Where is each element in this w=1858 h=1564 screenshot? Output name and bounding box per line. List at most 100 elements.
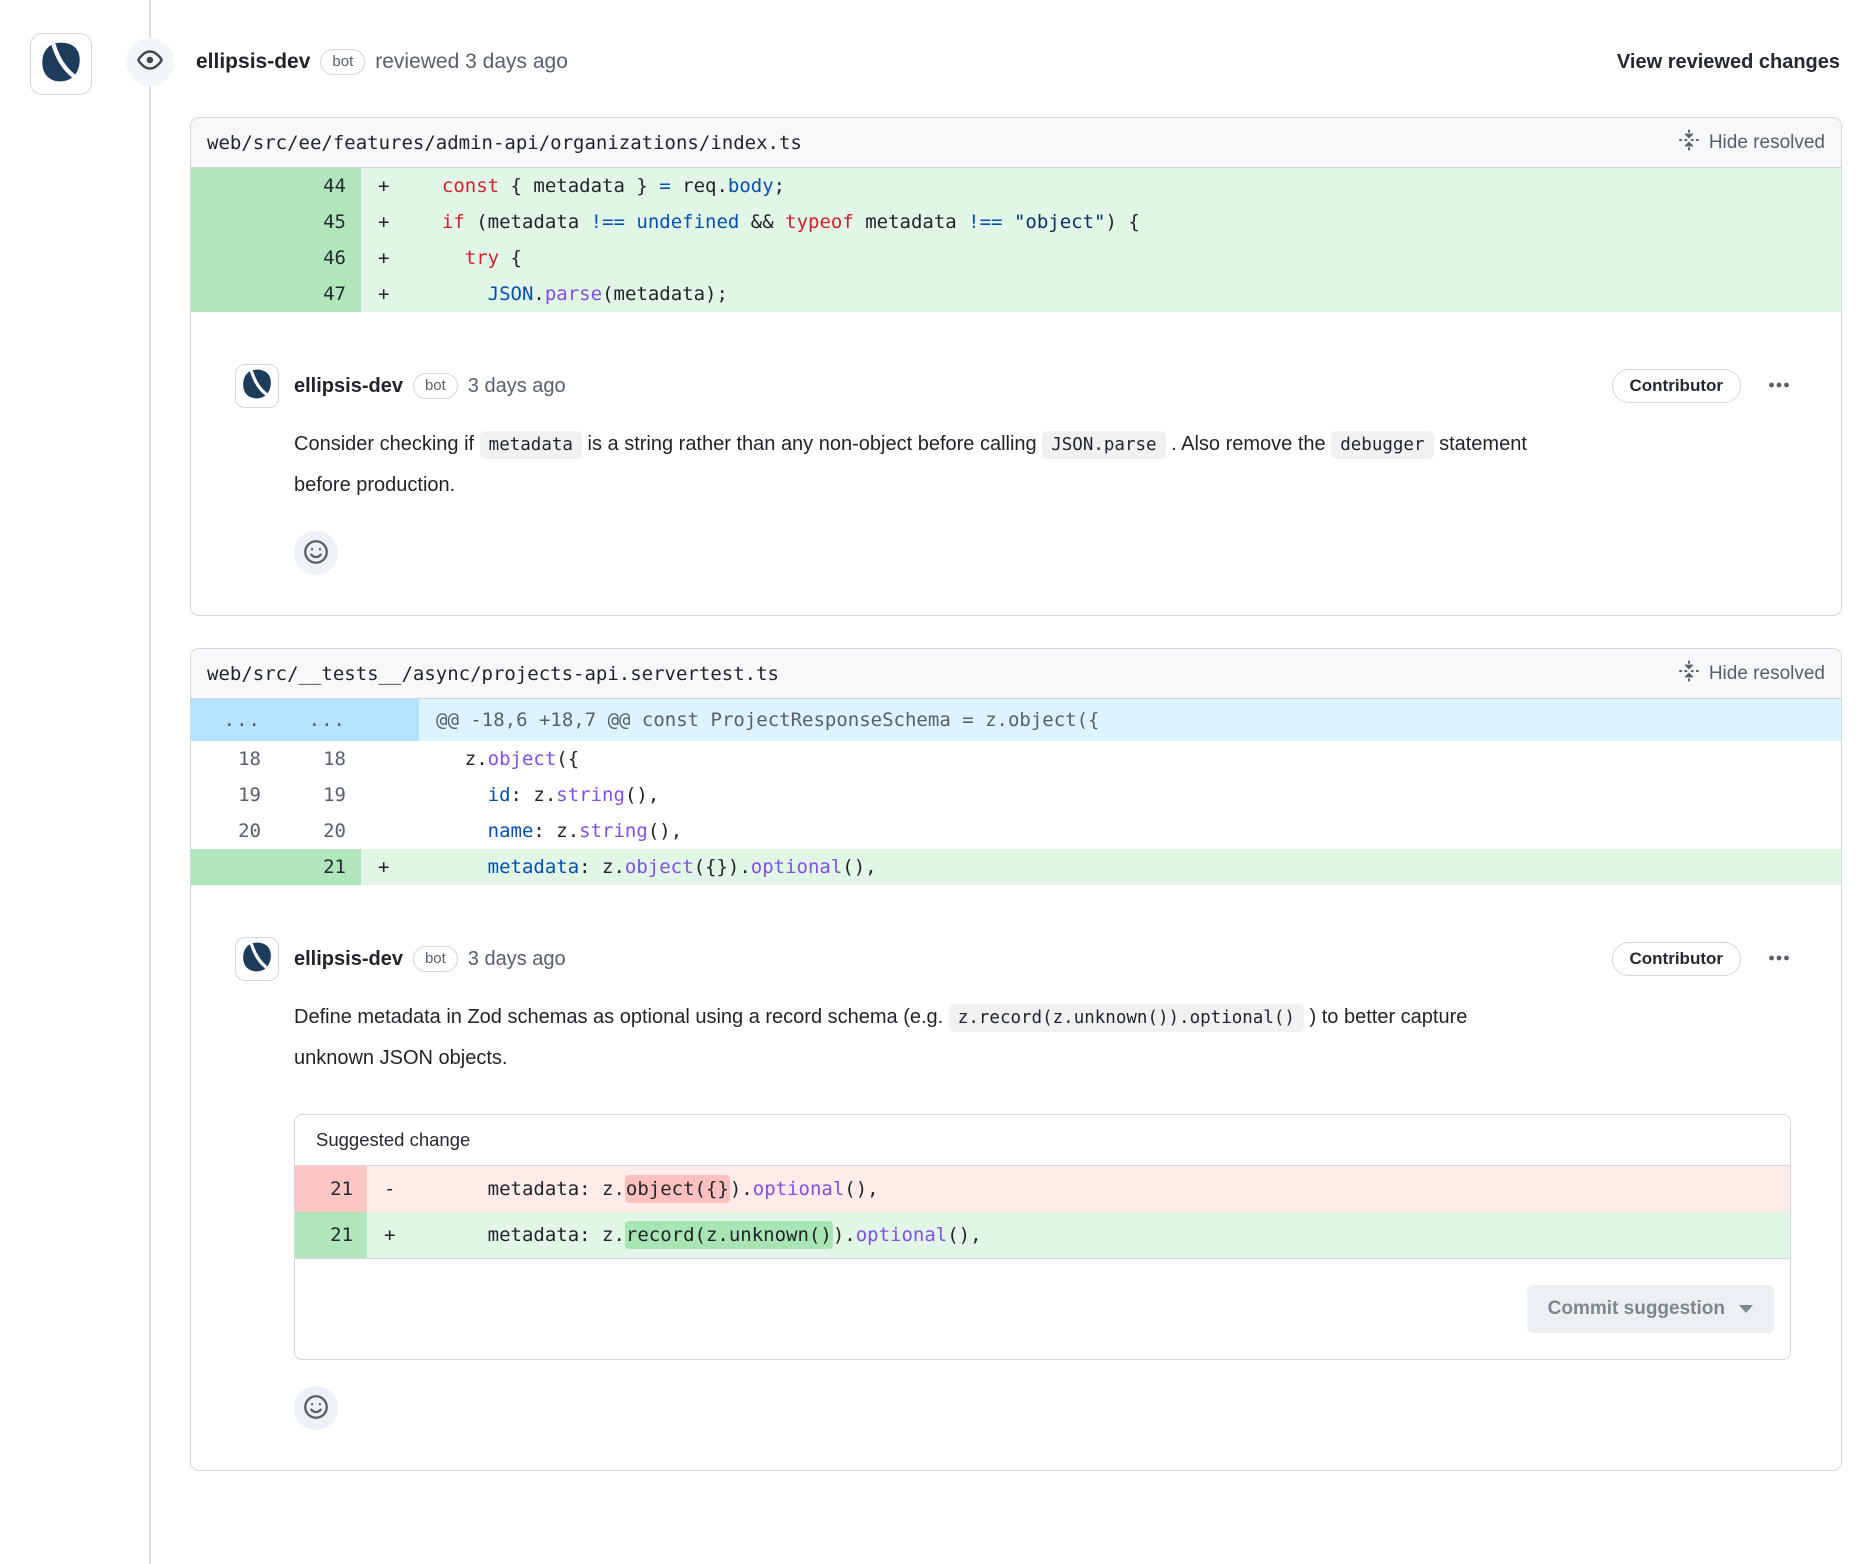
code-token: [419, 247, 465, 269]
code-line: const { metadata } = req.body;: [419, 168, 1841, 204]
comment-avatar[interactable]: [235, 364, 279, 408]
bot-badge: bot: [413, 373, 458, 399]
code-token: req.: [671, 175, 728, 197]
contributor-badge: Contributor: [1612, 369, 1741, 403]
code-line: metadata: z.object({}).optional(),: [419, 1166, 1790, 1212]
inline-code: metadata: [480, 431, 582, 459]
kebab-icon: [1767, 946, 1791, 973]
file-header: web/src/__tests__/async/projects-api.ser…: [191, 649, 1841, 699]
new-line-number: 46: [276, 240, 361, 276]
code-token: object: [488, 748, 557, 770]
kebab-menu-button[interactable]: [1767, 373, 1791, 400]
code-token: [419, 856, 488, 878]
code-token: name: [488, 820, 534, 842]
emoji-reaction-button[interactable]: [294, 1386, 338, 1430]
timeline-rail: [149, 0, 151, 1564]
diff-row: 19 19 id: z.string(),: [191, 777, 1841, 813]
code-token: optional: [751, 856, 843, 878]
code-token: JSON: [488, 283, 534, 305]
code-token: &&: [739, 211, 785, 233]
code-token: (),: [947, 1224, 981, 1246]
emoji-reaction-button[interactable]: [294, 531, 338, 575]
smiley-icon: [302, 1393, 330, 1424]
hide-resolved-button[interactable]: Hide resolved: [1678, 660, 1825, 688]
diff-row: 47 + JSON.parse(metadata);: [191, 276, 1841, 312]
review-thread-card-1: web/src/ee/features/admin-api/organizati…: [190, 117, 1842, 616]
smiley-icon: [302, 538, 330, 569]
new-line-number: 45: [276, 204, 361, 240]
code-token: [419, 283, 488, 305]
diff-sign: +: [361, 204, 419, 240]
line-number: 21: [295, 1212, 367, 1258]
code-token: ({}).: [694, 856, 751, 878]
code-token: (),: [844, 1178, 878, 1200]
diff-row: 20 20 name: z.string(),: [191, 813, 1841, 849]
hunk-gutter: ... ...: [191, 699, 419, 741]
code-token: optional: [856, 1224, 948, 1246]
inline-code: JSON.parse: [1042, 431, 1165, 459]
commit-suggestion-button[interactable]: Commit suggestion: [1527, 1285, 1774, 1333]
code-token: typeof: [785, 211, 854, 233]
file-header: web/src/ee/features/admin-api/organizati…: [191, 118, 1841, 168]
kebab-menu-button[interactable]: [1767, 946, 1791, 973]
comment-header: ellipsis-dev bot 3 days ago Contributor: [235, 937, 1791, 981]
bot-badge: bot: [320, 49, 365, 75]
code-line: JSON.parse(metadata);: [419, 276, 1841, 312]
suggestion-footer: Commit suggestion: [295, 1258, 1790, 1359]
review-header: ellipsis-dev bot reviewed 3 days ago Vie…: [126, 38, 1840, 86]
reviewer-name[interactable]: ellipsis-dev: [196, 50, 310, 74]
review-threads: web/src/ee/features/admin-api/organizati…: [190, 117, 1842, 1503]
code-token: if: [442, 211, 465, 233]
comment-timestamp[interactable]: 3 days ago: [468, 375, 566, 398]
suggested-change-title: Suggested change: [295, 1115, 1790, 1166]
code-line: z.object({: [419, 741, 1841, 777]
code-line: metadata: z.object({}).optional(),: [419, 849, 1841, 885]
diff-sign: +: [361, 276, 419, 312]
diff-table: 44 + const { metadata } = req.body; 45 +…: [191, 168, 1841, 312]
code-line: try {: [419, 240, 1841, 276]
inline-code: debugger: [1331, 431, 1433, 459]
diff-sign: +: [367, 1212, 419, 1258]
reviewer-avatar[interactable]: [30, 33, 92, 95]
code-token: (),: [842, 856, 876, 878]
text-run: . Also remove the: [1166, 433, 1332, 455]
hunk-header-row: ... ... @@ -18,6 +18,7 @@ const ProjectR…: [191, 699, 1841, 741]
code-line: id: z.string(),: [419, 777, 1841, 813]
code-token: string: [556, 784, 625, 806]
code-token: body: [728, 175, 774, 197]
inline-code: z.record(z.unknown()).optional(): [949, 1004, 1304, 1032]
code-token: metadata: [488, 856, 580, 878]
comment-header: ellipsis-dev bot 3 days ago Contributor: [235, 364, 1791, 408]
code-line: if (metadata !== undefined && typeof met…: [419, 204, 1841, 240]
new-line-number: 47: [276, 276, 361, 312]
code-token: metadata: z.: [419, 1178, 625, 1200]
code-token: ).: [833, 1224, 856, 1246]
code-token: metadata: [854, 211, 968, 233]
diff-row: 46 + try {: [191, 240, 1841, 276]
eye-badge: [126, 38, 174, 86]
view-reviewed-changes-link[interactable]: View reviewed changes: [1617, 51, 1840, 74]
code-token: optional: [753, 1178, 845, 1200]
comment-author[interactable]: ellipsis-dev: [294, 375, 403, 398]
code-token: .: [533, 283, 544, 305]
comment-author[interactable]: ellipsis-dev: [294, 948, 403, 971]
old-line-number: [191, 240, 276, 276]
file-path[interactable]: web/src/__tests__/async/projects-api.ser…: [207, 663, 779, 685]
comment-avatar[interactable]: [235, 937, 279, 981]
code-token: ({: [556, 748, 579, 770]
hide-resolved-label: Hide resolved: [1709, 663, 1825, 685]
eye-icon: [137, 47, 163, 78]
comment-timestamp[interactable]: 3 days ago: [468, 948, 566, 971]
diff-table: ... ... @@ -18,6 +18,7 @@ const ProjectR…: [191, 699, 1841, 885]
code-token: [419, 175, 442, 197]
hide-resolved-button[interactable]: Hide resolved: [1678, 129, 1825, 157]
code-token: : z.: [533, 820, 579, 842]
code-token: id: [488, 784, 511, 806]
diff-sign: +: [361, 168, 419, 204]
file-path[interactable]: web/src/ee/features/admin-api/organizati…: [207, 132, 802, 154]
code-token: const: [442, 175, 499, 197]
text-run: is a string rather than any non-object b…: [582, 433, 1042, 455]
ellipsis-logo-icon: [240, 940, 274, 979]
code-line: metadata: z.record(z.unknown()).optional…: [419, 1212, 1790, 1258]
code-token: [419, 820, 488, 842]
